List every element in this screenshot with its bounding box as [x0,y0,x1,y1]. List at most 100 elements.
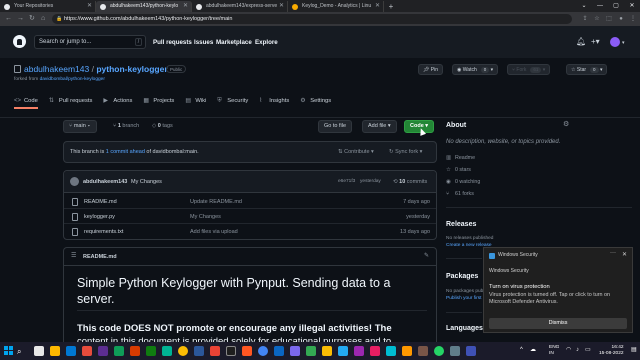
file-name[interactable]: requirements.txt [84,229,123,235]
pin-button[interactable]: 📌︎ Pin [418,64,443,75]
terminal-icon[interactable] [226,346,236,356]
app-icon[interactable] [402,346,412,356]
close-icon[interactable]: ✕ [279,1,284,12]
tab-security[interactable]: ⛨ Security [217,95,248,109]
share-icon[interactable]: ⇪ [580,14,590,24]
bookmark-star-icon[interactable]: ☆ [592,14,602,24]
app-icon[interactable] [418,346,428,356]
new-tab-button[interactable]: + [384,1,398,12]
browser-tab[interactable]: abdulhakeem143/express-serve ✕ [192,1,288,12]
menu-dots-icon[interactable]: ⋮ [628,14,638,24]
app-icon[interactable] [114,346,124,356]
nav-issues[interactable]: Issues [194,39,213,46]
url-input[interactable]: 🔒 https://www.github.com/abdulhakeem143/… [52,14,572,24]
add-file-button[interactable]: Add file ▾ [362,120,397,133]
file-explorer-icon[interactable] [50,346,60,356]
gear-icon[interactable]: ⚙ [563,120,569,128]
app-icon[interactable] [370,346,380,356]
maximize-icon[interactable]: ▢ [608,0,624,12]
more-options-icon[interactable]: ··· [610,250,616,256]
tab-projects[interactable]: ▦ Projects [143,95,174,109]
ahead-link[interactable]: 1 commit ahead [106,149,145,155]
tab-settings[interactable]: ⚙ Settings [300,95,331,109]
windows-security-notification[interactable]: Windows Security ··· ✕ Windows Security … [483,247,633,333]
file-commit-message[interactable]: My Changes [190,214,221,220]
forks-link[interactable]: ⑂ 61 forks [446,191,474,197]
branch-select[interactable]: ⑂ main ▾ [63,120,97,133]
file-name[interactable]: keylogger.py [84,214,115,220]
tab-pull-requests[interactable]: ⇅ Pull requests [49,95,93,109]
app-icon[interactable] [354,346,364,356]
watching-link[interactable]: ◉ 0 watching [446,179,480,185]
word-icon[interactable] [194,346,204,356]
forked-from-link[interactable]: davidbombal/python-keylogger [40,77,105,82]
clock[interactable]: 16:42 15-08-2022 [599,345,624,357]
fork-button[interactable]: ⑂ Fork 61 ▾ [507,64,551,75]
windows-start-icon[interactable] [4,346,14,356]
star-button[interactable]: ☆ Star 0 ▾ [566,64,608,75]
packages-heading[interactable]: Packages [446,273,478,280]
reload-icon[interactable]: ↻ [29,14,35,24]
pencil-icon[interactable]: ✎ [424,252,429,259]
forward-icon[interactable]: → [17,14,24,24]
tab-actions[interactable]: ▶ Actions [103,95,132,109]
github-logo-icon[interactable] [13,35,26,48]
nav-marketplace[interactable]: Marketplace [216,39,252,46]
wifi-icon[interactable]: ◠ [566,347,571,353]
app-icon[interactable] [146,346,156,356]
dismiss-button[interactable]: Dismiss [489,318,627,329]
nav-explore[interactable]: Explore [255,39,278,46]
chevron-down-icon[interactable]: ▾ [622,40,625,46]
search-input[interactable]: Search or jump to... / [34,35,146,49]
browser-tab-active[interactable]: abdulhakeem143/python-keylo ✕ [96,1,192,12]
app-icon[interactable] [386,346,396,356]
file-commit-message[interactable]: Update README.md [190,199,242,205]
table-row[interactable]: requirements.txt Add files via upload 13… [64,224,436,239]
branches-link[interactable]: ⑂ 1 branch [113,123,139,129]
app-icon[interactable] [98,346,108,356]
commit-hash[interactable]: e6e71f3 [338,179,355,184]
readme-link[interactable]: ▥ Readme [446,155,475,161]
home-icon[interactable]: ⌂ [41,14,45,24]
language-indicator[interactable]: ENG IN [549,345,559,357]
chrome-icon[interactable] [258,346,268,356]
app-icon[interactable] [290,346,300,356]
close-icon[interactable]: ✕ [183,1,188,12]
back-icon[interactable]: ← [5,14,12,24]
app-icon[interactable] [466,346,476,356]
tab-code[interactable]: <> Code [14,95,38,109]
commits-link[interactable]: ⟲ 10 commits [393,179,427,185]
contribute-button[interactable]: ⇅ Contribute ▾ [338,149,374,155]
browser-tab[interactable]: Your Repositories ✕ [0,1,96,12]
app-icon[interactable] [242,346,252,356]
file-name[interactable]: README.md [84,199,117,205]
extensions-icon[interactable]: ⬚ [604,14,614,24]
whatsapp-icon[interactable] [434,346,444,356]
chevron-down-icon[interactable]: ⌄ [576,0,592,12]
profile-icon[interactable]: ● [616,14,626,24]
sync-fork-button[interactable]: ↻ Sync fork ▾ [389,149,422,155]
battery-icon[interactable]: ▭ [585,347,591,353]
app-icon[interactable] [82,346,92,356]
bell-icon[interactable]: 🔔︎ [576,37,586,46]
tab-wiki[interactable]: ▤ Wiki [185,95,206,109]
vscode-icon[interactable] [338,346,348,356]
app-icon[interactable] [450,346,460,356]
mail-icon[interactable] [66,346,76,356]
close-window-icon[interactable]: ✕ [624,0,640,12]
office-icon[interactable] [130,346,140,356]
commit-message[interactable]: My Changes [131,179,162,185]
releases-heading[interactable]: Releases [446,221,476,228]
tray-app-icon[interactable]: ☁ [530,347,536,353]
tags-link[interactable]: ◇ 0 tags [152,123,173,129]
close-icon[interactable]: ✕ [375,1,380,12]
app-icon[interactable] [162,346,172,356]
chrome-icon[interactable] [178,346,188,356]
go-to-file-button[interactable]: Go to file [318,120,353,133]
app-icon[interactable] [306,346,316,356]
minimize-icon[interactable]: — [592,0,608,12]
table-row[interactable]: keylogger.py My Changes yesterday [64,209,436,224]
notifications-icon[interactable]: ▤ [631,347,637,353]
app-icon[interactable] [274,346,284,356]
nav-pull-requests[interactable]: Pull requests [153,39,192,46]
